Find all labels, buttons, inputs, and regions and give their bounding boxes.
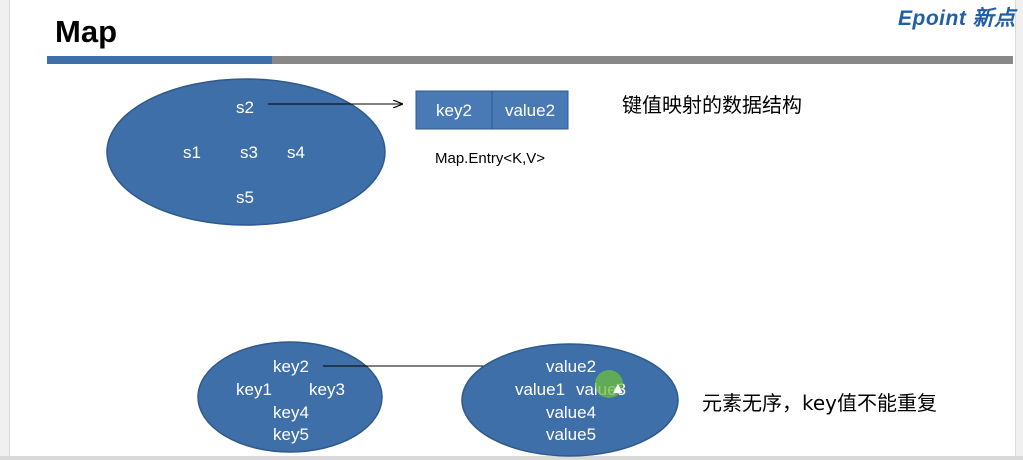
bottom-description: 元素无序，key值不能重复 <box>702 391 937 415</box>
entry-value-label: value2 <box>505 101 555 120</box>
entry-key-label: key2 <box>436 101 472 120</box>
value-item-value4: value4 <box>546 403 596 422</box>
set-item-s4: s4 <box>287 143 305 162</box>
key-item-key2: key2 <box>273 357 309 376</box>
key-item-key1: key1 <box>236 380 272 399</box>
slide: Map Epoint 新点 s2 s1 s3 s4 s5 key2 value2… <box>0 0 1023 460</box>
key-item-key4: key4 <box>273 403 309 422</box>
value-item-value5: value5 <box>546 425 596 444</box>
top-description: 键值映射的数据结构 <box>622 93 802 117</box>
mouse-pointer-icon: ▲ <box>610 380 626 397</box>
value-item-value1: value1 <box>515 380 565 399</box>
entry-caption: Map.Entry<K,V> <box>435 150 545 167</box>
value-item-value2: value2 <box>546 357 596 376</box>
set-item-s3: s3 <box>240 143 258 162</box>
key-item-key5: key5 <box>273 425 309 444</box>
set-item-s5: s5 <box>236 188 254 207</box>
set-item-s2: s2 <box>236 98 254 117</box>
diagram-canvas: s2 s1 s3 s4 s5 key2 value2 Map.Entry<K,V… <box>106 78 937 457</box>
set-item-s1: s1 <box>183 143 201 162</box>
key-item-key3: key3 <box>309 380 345 399</box>
